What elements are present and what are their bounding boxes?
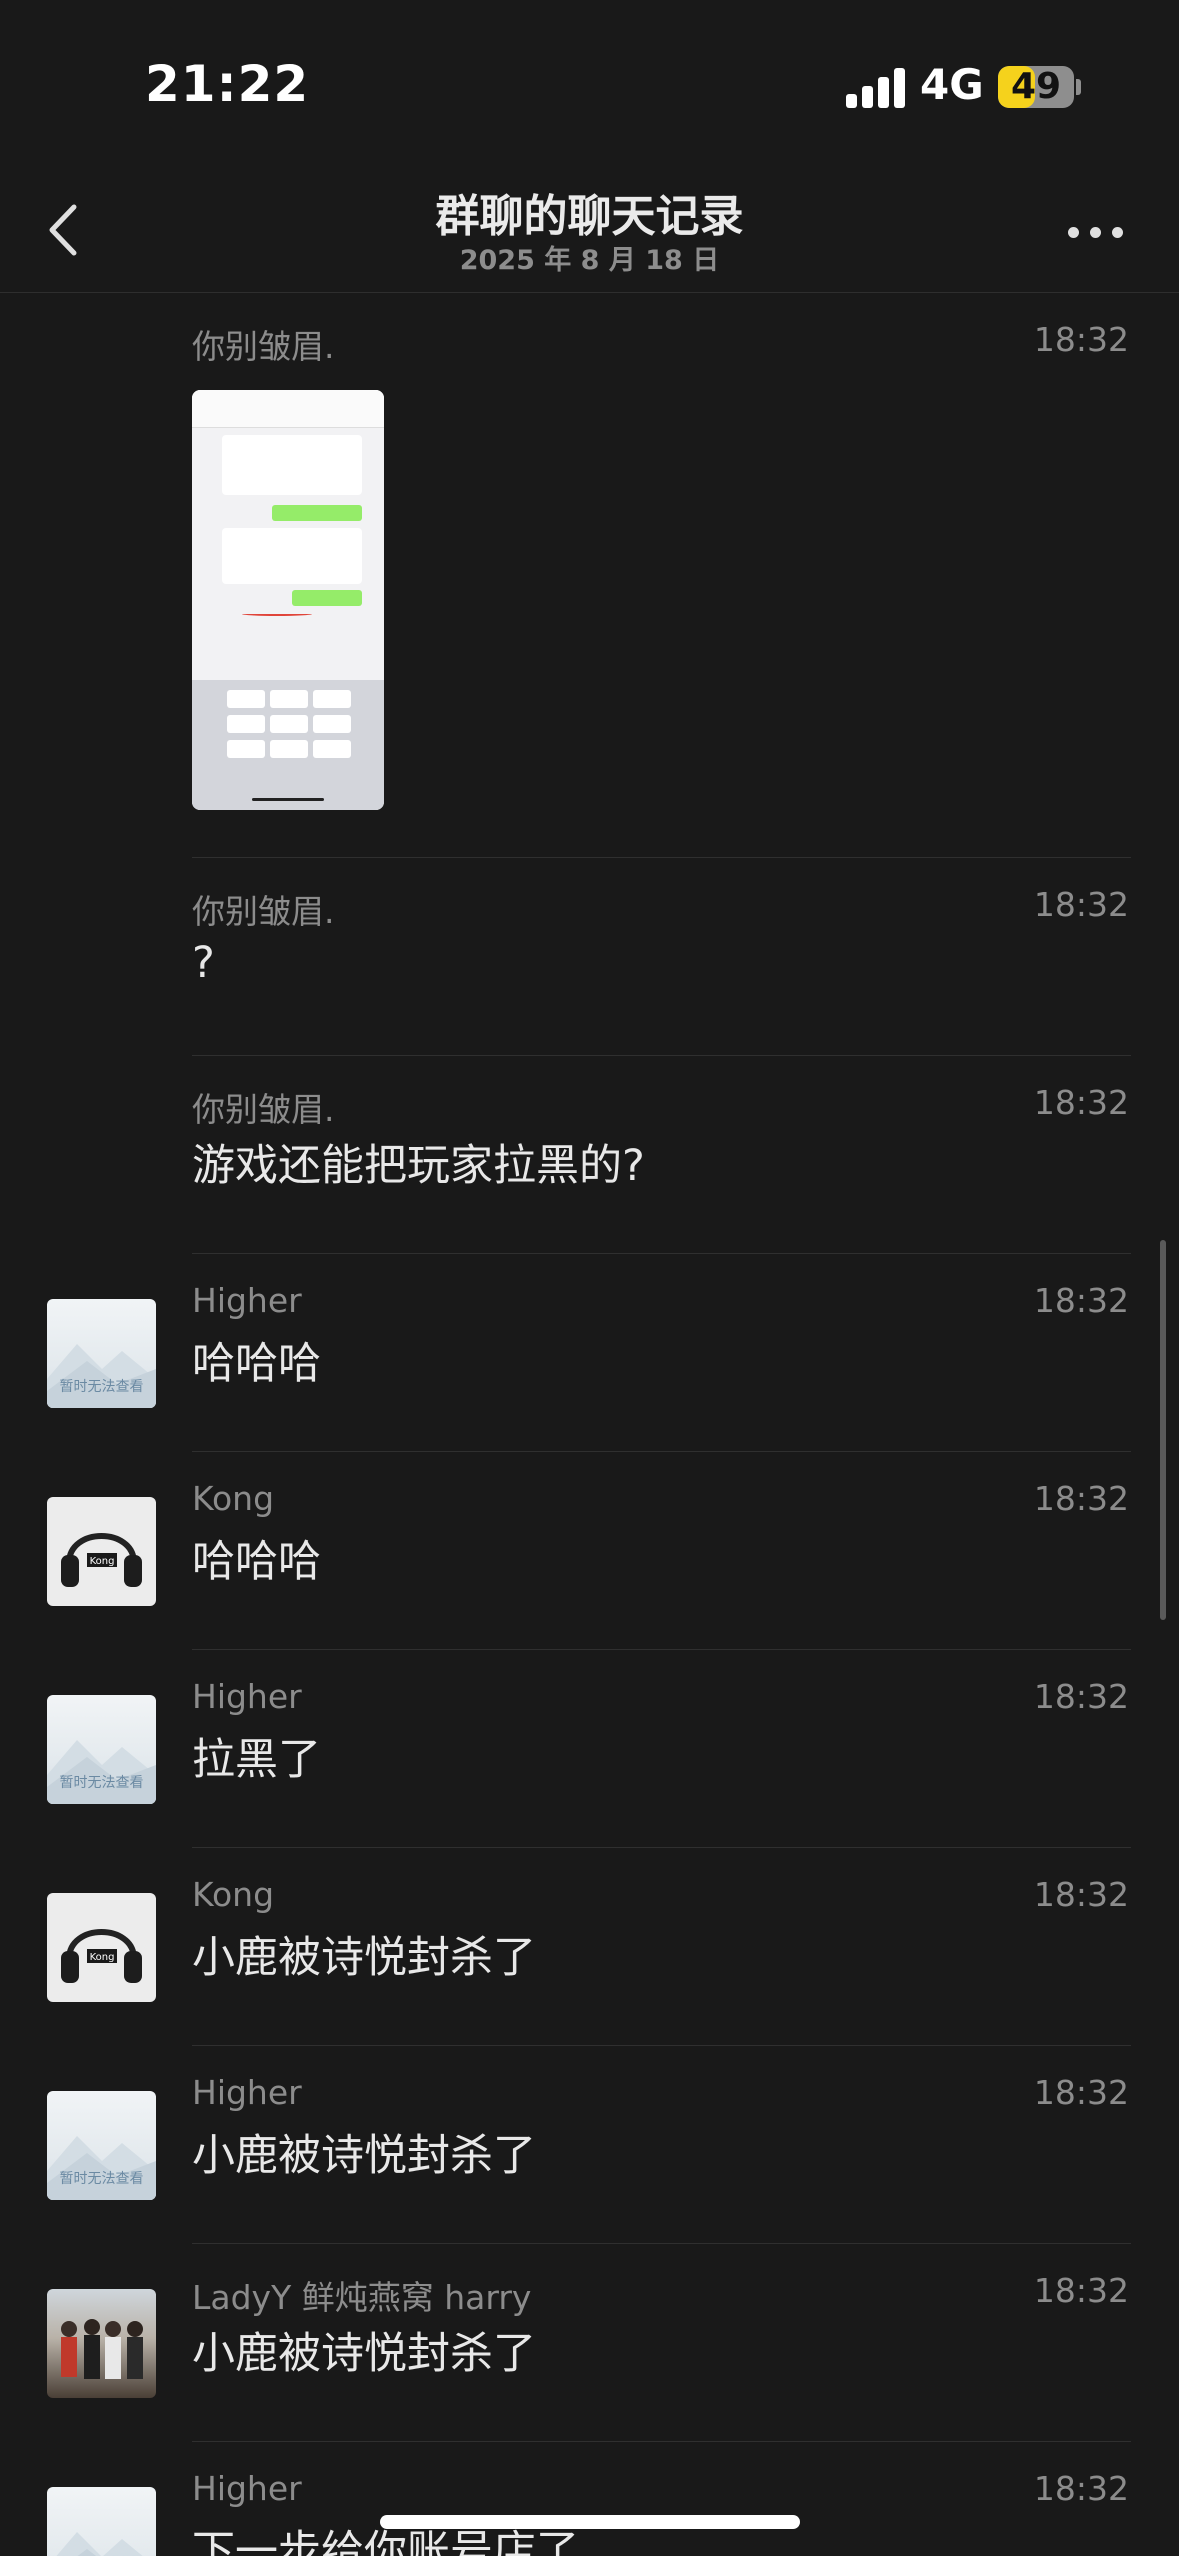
message-row[interactable]: 暂时无法查看 Higher 18:32 哈哈哈: [0, 1254, 1179, 1452]
message-text: 哈哈哈: [192, 1339, 321, 1389]
message-text: 游戏还能把玩家拉黑的?: [192, 1141, 645, 1191]
avatar[interactable]: [47, 2289, 156, 2398]
message-time: 18:32: [1033, 320, 1129, 359]
scrollbar[interactable]: [1160, 1240, 1166, 1620]
avatar-placeholder-label: 暂时无法查看: [59, 1775, 144, 1791]
message-time: 18:32: [1033, 885, 1129, 924]
message-time: 18:32: [1033, 2271, 1129, 2310]
message-sender: Kong: [192, 1479, 275, 1518]
message-time: 18:32: [1033, 1281, 1129, 1320]
battery-cap: [1076, 79, 1081, 95]
ellipsis-dot: [1090, 227, 1101, 238]
avatar-placeholder-label: 暂时无法查看: [59, 2171, 144, 2187]
ellipsis-icon: [1068, 227, 1079, 238]
message-sender: Higher: [192, 1677, 302, 1716]
message-row[interactable]: 暂时无法查看 Higher 18:32 拉黑了: [0, 1650, 1179, 1848]
message-sender: Higher: [192, 1281, 302, 1320]
message-time: 18:32: [1033, 1677, 1129, 1716]
avatar[interactable]: Kong: [47, 1497, 156, 1606]
battery-icon: 49: [998, 66, 1074, 108]
page-title: 群聊的聊天记录: [435, 191, 744, 242]
status-bar: 21:22 4G 49: [0, 0, 1179, 170]
svg-text:Kong: Kong: [90, 1556, 115, 1567]
message-text: ?: [192, 938, 215, 988]
message-row[interactable]: LadyY 鲜炖燕窝 harry 18:32 小鹿被诗悦封杀了: [0, 2244, 1179, 2442]
signal-bars-icon: [846, 66, 906, 108]
message-text: 拉黑了: [192, 1735, 321, 1785]
message-sender: Higher: [192, 2469, 302, 2508]
headphones-icon: Kong: [61, 1929, 142, 1983]
message-time: 18:32: [1033, 2469, 1129, 2508]
message-sender: 你别皱眉.: [192, 892, 335, 931]
message-row[interactable]: 你别皱眉. 18:32: [0, 293, 1179, 858]
message-time: 18:32: [1033, 1479, 1129, 1518]
message-text: 小鹿被诗悦封杀了: [192, 2131, 536, 2181]
message-image[interactable]: [192, 390, 384, 810]
message-text: 哈哈哈: [192, 1537, 321, 1587]
avatar[interactable]: 暂时无法查看: [47, 1299, 156, 1408]
message-time: 18:32: [1033, 1875, 1129, 1914]
home-indicator[interactable]: [380, 2515, 800, 2529]
avatar-placeholder-label: 暂时无法查看: [59, 1379, 144, 1395]
avatar[interactable]: 暂时无法查看: [47, 2487, 156, 2556]
message-time: 18:32: [1033, 2073, 1129, 2112]
ellipsis-dot: [1112, 227, 1123, 238]
network-type: 4G: [920, 60, 984, 109]
nav-bar: 群聊的聊天记录 2025 年 8 月 18 日: [0, 170, 1179, 293]
message-sender: 你别皱眉.: [192, 1090, 335, 1129]
avatar[interactable]: 暂时无法查看: [47, 1695, 156, 1804]
more-button[interactable]: [1066, 210, 1126, 250]
message-row[interactable]: Kong Kong 18:32 哈哈哈: [0, 1452, 1179, 1650]
message-sender: Higher: [192, 2073, 302, 2112]
status-time: 21:22: [145, 55, 310, 113]
svg-text:Kong: Kong: [90, 1952, 115, 1963]
message-sender: LadyY 鲜炖燕窝 harry: [192, 2278, 532, 2317]
message-row[interactable]: 你别皱眉. 18:32?: [0, 858, 1179, 1056]
image-placeholder-icon: [56, 2532, 143, 2556]
avatar[interactable]: 暂时无法查看: [47, 2091, 156, 2200]
message-sender: Kong: [192, 1875, 275, 1914]
message-row[interactable]: 暂时无法查看 Higher 18:32 小鹿被诗悦封杀了: [0, 2046, 1179, 2244]
message-text: 小鹿被诗悦封杀了: [192, 1933, 536, 1983]
group-photo-icon: [61, 2319, 143, 2379]
message-row[interactable]: Kong Kong 18:32 小鹿被诗悦封杀了: [0, 1848, 1179, 2046]
avatar[interactable]: Kong: [47, 1893, 156, 2002]
message-text: 小鹿被诗悦封杀了: [192, 2329, 536, 2379]
message-time: 18:32: [1033, 1083, 1129, 1122]
message-row[interactable]: 你别皱眉. 18:32 游戏还能把玩家拉黑的?: [0, 1056, 1179, 1254]
battery-percent: 49: [1010, 66, 1062, 107]
message-sender: 你别皱眉.: [192, 327, 335, 366]
headphones-icon: Kong: [61, 1533, 142, 1587]
message-row[interactable]: 暂时无法查看Higher18:32下一步给你账号店了: [0, 2442, 1179, 2556]
page-subtitle: 2025 年 8 月 18 日: [459, 245, 720, 276]
